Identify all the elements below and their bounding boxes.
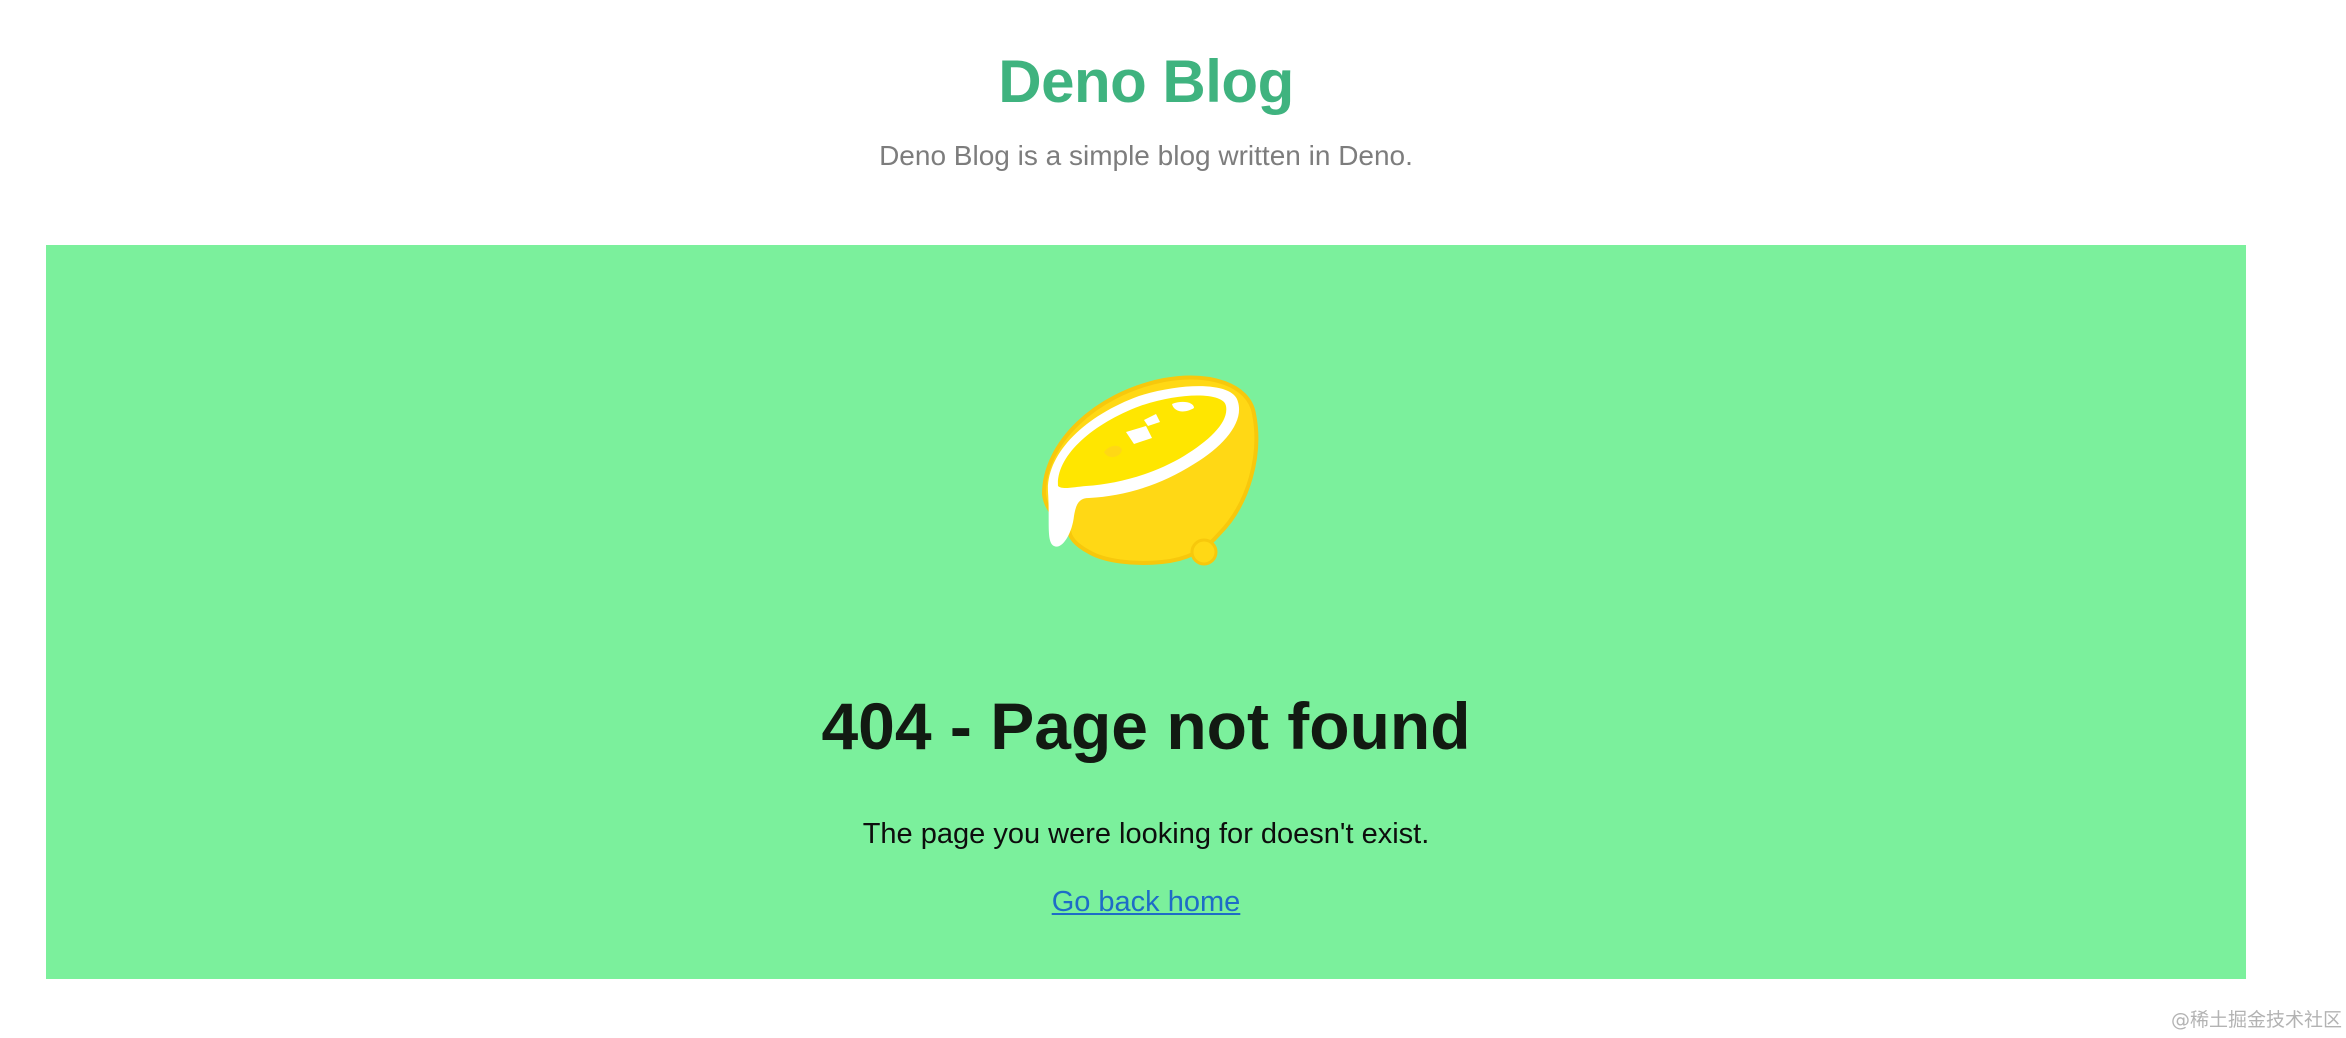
blog-subtitle: Deno Blog is a simple blog written in De… xyxy=(879,140,1413,171)
page: Deno Blog Deno Blog is a simple blog wri… xyxy=(0,0,2346,1038)
error-panel xyxy=(46,245,2246,979)
lemon-icon xyxy=(1041,375,1259,566)
error-message: The page you were looking for doesn't ex… xyxy=(862,818,1430,850)
home-link-container: Go back home xyxy=(0,883,2292,921)
blog-title[interactable]: Deno Blog xyxy=(0,46,2292,118)
go-back-home-link[interactable]: Go back home xyxy=(1052,886,1241,918)
error-heading: 404 - Page not found xyxy=(821,689,1471,763)
watermark: @稀土掘金技术社区 xyxy=(2170,1009,2342,1031)
